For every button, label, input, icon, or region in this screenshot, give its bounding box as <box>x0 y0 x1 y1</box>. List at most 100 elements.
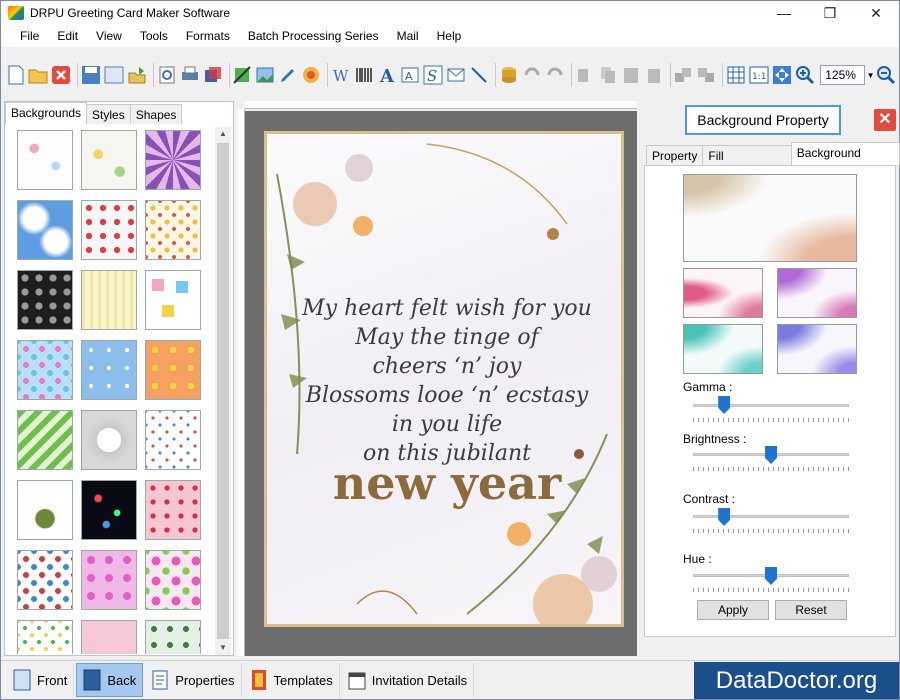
background-thumbnail[interactable] <box>17 130 73 190</box>
background-thumbnail[interactable] <box>81 410 137 470</box>
line-icon[interactable] <box>469 64 489 86</box>
close-document-icon[interactable] <box>51 64 71 86</box>
export-icon[interactable] <box>127 64 147 86</box>
contrast-slider[interactable] <box>718 508 731 526</box>
close-panel-icon[interactable]: ✕ <box>874 109 896 131</box>
menu-file[interactable]: File <box>11 26 48 46</box>
menu-mail[interactable]: Mail <box>388 26 428 46</box>
redo-icon[interactable] <box>545 64 565 86</box>
apply-button[interactable]: Apply <box>697 600 769 620</box>
greeting-card[interactable]: My heart felt wish for you May the tinge… <box>264 131 624 627</box>
thumbnails-scrollbar[interactable]: ▲ ▼ <box>215 127 231 655</box>
grid-icon[interactable] <box>726 64 746 86</box>
actual-size-icon[interactable]: 1:1 <box>749 64 769 86</box>
background-thumbnail[interactable] <box>17 200 73 260</box>
menu-help[interactable]: Help <box>428 26 471 46</box>
background-thumbnail[interactable] <box>17 340 73 400</box>
text-box-icon[interactable]: A <box>400 64 420 86</box>
background-thumbnail[interactable] <box>145 270 201 330</box>
menu-tools[interactable]: Tools <box>131 26 177 46</box>
image-icon[interactable] <box>255 64 275 86</box>
effect-thumbnail[interactable] <box>777 324 857 374</box>
background-thumbnail[interactable] <box>145 340 201 400</box>
clipart-icon[interactable] <box>301 64 321 86</box>
background-thumbnail[interactable] <box>145 130 201 190</box>
effect-thumbnail[interactable] <box>777 268 857 318</box>
reset-button[interactable]: Reset <box>775 600 847 620</box>
menu-edit[interactable]: Edit <box>48 26 87 46</box>
background-thumbnail[interactable] <box>81 200 137 260</box>
front-button[interactable]: Front <box>7 663 75 697</box>
send-backward-icon[interactable] <box>696 64 716 86</box>
background-thumbnail[interactable] <box>81 270 137 330</box>
tab-fill-background[interactable]: Fill Background <box>702 145 792 183</box>
gamma-slider-track[interactable] <box>693 404 849 407</box>
chevron-down-icon[interactable]: ▼ <box>865 65 876 85</box>
back-button[interactable]: Back <box>76 663 144 697</box>
scrollbar-thumb[interactable] <box>217 143 229 639</box>
contrast-slider-track[interactable] <box>693 515 849 518</box>
cut-icon[interactable] <box>575 64 595 86</box>
tab-styles[interactable]: Styles <box>86 104 131 124</box>
crop-icon[interactable] <box>232 64 252 86</box>
tab-shapes[interactable]: Shapes <box>129 104 183 124</box>
copy-icon[interactable] <box>598 64 618 86</box>
background-thumbnail[interactable] <box>81 480 137 540</box>
properties-button[interactable]: Properties <box>145 663 242 697</box>
background-thumbnail[interactable] <box>81 620 137 654</box>
save-icon[interactable] <box>81 64 101 86</box>
zoom-in-icon[interactable] <box>795 64 815 86</box>
card-headline[interactable]: new year <box>267 456 627 510</box>
tab-background-effects[interactable]: Background Effects <box>790 142 900 180</box>
background-thumbnail[interactable] <box>81 340 137 400</box>
print-icon[interactable] <box>180 64 200 86</box>
open-folder-icon[interactable] <box>28 64 48 86</box>
effect-thumbnail[interactable] <box>683 268 763 318</box>
tab-backgrounds[interactable]: Backgrounds <box>5 102 88 124</box>
menu-view[interactable]: View <box>87 26 131 46</box>
barcode-icon[interactable] <box>354 64 374 86</box>
invitation-details-button[interactable]: Invitation Details <box>342 663 475 697</box>
fit-window-icon[interactable] <box>772 64 792 86</box>
new-file-icon[interactable] <box>7 64 25 86</box>
background-thumbnail[interactable] <box>145 620 201 654</box>
close-window-button[interactable]: ✕ <box>853 1 899 25</box>
background-thumbnail[interactable] <box>81 550 137 610</box>
background-thumbnail[interactable] <box>81 130 137 190</box>
menu-formats[interactable]: Formats <box>177 26 239 46</box>
maximize-button[interactable]: ❐ <box>807 1 853 25</box>
background-thumbnail[interactable] <box>145 200 201 260</box>
delete-icon[interactable] <box>644 64 664 86</box>
effect-thumbnail[interactable] <box>683 324 763 374</box>
gamma-slider[interactable] <box>718 396 731 414</box>
background-thumbnail[interactable] <box>145 480 201 540</box>
database-icon[interactable] <box>499 64 519 86</box>
tab-property[interactable]: Property <box>646 145 704 165</box>
background-thumbnail[interactable] <box>145 410 201 470</box>
print-preview-icon[interactable] <box>157 64 177 86</box>
brightness-slider[interactable] <box>765 446 777 464</box>
templates-button[interactable]: Templates <box>244 663 340 697</box>
layers-icon[interactable] <box>203 64 223 86</box>
background-thumbnail[interactable] <box>17 550 73 610</box>
paste-icon[interactable] <box>621 64 641 86</box>
minimize-button[interactable]: — <box>761 1 807 25</box>
pen-icon[interactable] <box>278 64 298 86</box>
bring-forward-icon[interactable] <box>673 64 693 86</box>
zoom-level-select[interactable]: 125% <box>820 65 866 85</box>
wordart-icon[interactable]: W <box>331 64 351 86</box>
background-thumbnail[interactable] <box>145 550 201 610</box>
zoom-out-icon[interactable] <box>876 64 896 86</box>
undo-icon[interactable] <box>522 64 542 86</box>
scroll-up-icon[interactable]: ▲ <box>215 127 231 141</box>
save-as-icon[interactable] <box>104 64 124 86</box>
effect-preview-large[interactable] <box>683 174 857 262</box>
hue-slider[interactable] <box>765 567 777 585</box>
menu-batch-processing[interactable]: Batch Processing Series <box>239 26 388 46</box>
card-message[interactable]: My heart felt wish for you May the tinge… <box>267 294 627 468</box>
background-thumbnail[interactable] <box>17 620 73 654</box>
scroll-down-icon[interactable]: ▼ <box>215 641 231 655</box>
signature-icon[interactable]: S <box>423 64 443 86</box>
email-icon[interactable] <box>446 64 466 86</box>
text-icon[interactable]: A <box>377 64 397 86</box>
